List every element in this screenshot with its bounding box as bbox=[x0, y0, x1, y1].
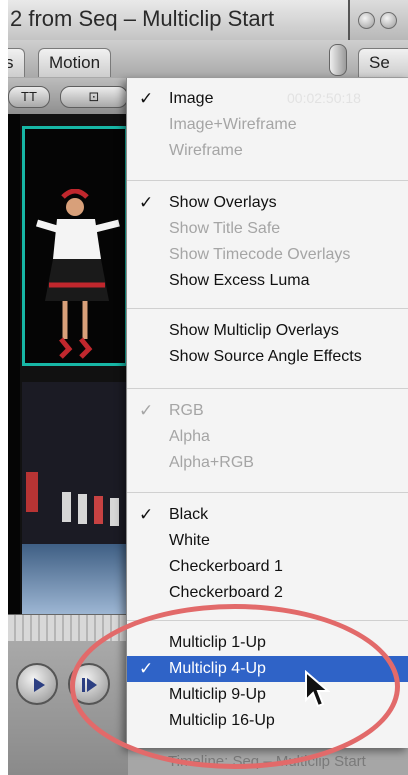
menu-item-image-wireframe: Image+Wireframe bbox=[127, 112, 408, 138]
menu-item-show-multiclip-overlays[interactable]: Show Multiclip Overlays bbox=[127, 318, 408, 344]
menu-item-label: Multiclip 1-Up bbox=[169, 634, 266, 651]
menu-item-label: Image+Wireframe bbox=[169, 116, 297, 133]
menu-item-rgb: ✓ RGB bbox=[127, 398, 408, 424]
menu-item-label: Black bbox=[169, 506, 209, 523]
tab-motion[interactable]: Motion bbox=[38, 48, 112, 77]
arrow-cursor-icon bbox=[305, 670, 330, 708]
menu-item-label: Checkerboard 1 bbox=[169, 558, 283, 575]
menu-separator bbox=[127, 492, 408, 493]
menu-item-label: Show Excess Luma bbox=[169, 272, 310, 289]
view-options-menu: 00:02:50:18 ✓ Image Image+Wireframe Wirefra… bbox=[126, 78, 408, 748]
menu-item-multiclip-16-up[interactable]: Multiclip 16-Up bbox=[127, 708, 408, 734]
angle-frame-2[interactable] bbox=[22, 382, 128, 614]
checkmark-icon: ✓ bbox=[139, 89, 154, 108]
menu-item-label: Multiclip 9-Up bbox=[169, 686, 266, 703]
menu-item-label: Show Title Safe bbox=[169, 220, 281, 237]
menu-item-alpha: Alpha bbox=[127, 424, 408, 450]
menu-item-label: RGB bbox=[169, 402, 204, 419]
viewer-title-bar: 2 from Seq – Multiclip Start bbox=[8, 0, 348, 41]
scrubber-bar[interactable] bbox=[8, 614, 128, 642]
tab-bar: s Motion Se bbox=[8, 40, 408, 79]
overlay-popup-button[interactable]: ⊡ bbox=[60, 86, 128, 108]
menu-separator bbox=[127, 620, 408, 621]
menu-item-label: Alpha+RGB bbox=[169, 454, 254, 471]
menu-item-show-source-angle-effects[interactable]: Show Source Angle Effects bbox=[127, 344, 408, 370]
menu-item-label: Show Source Angle Effects bbox=[169, 348, 362, 365]
menu-item-label: Show Timecode Overlays bbox=[169, 246, 351, 263]
menu-item-show-overlays[interactable]: ✓ Show Overlays bbox=[127, 190, 408, 216]
menu-item-wireframe: Wireframe bbox=[127, 138, 408, 164]
view-mode-popup[interactable]: TT bbox=[8, 86, 50, 108]
menu-item-label: Multiclip 16-Up bbox=[169, 712, 275, 729]
menu-separator bbox=[127, 388, 408, 389]
play-in-out-icon bbox=[82, 678, 97, 692]
menu-item-label: Image bbox=[169, 90, 214, 107]
viewer-controls: TT ⊡ bbox=[8, 78, 128, 114]
canvas-title-bar bbox=[348, 0, 408, 40]
timeline-title-bar: Timeline: Seq – Multiclip Start bbox=[128, 748, 408, 775]
close-window-button[interactable] bbox=[358, 12, 375, 29]
menu-item-multiclip-9-up[interactable]: Multiclip 9-Up bbox=[127, 682, 408, 708]
pane-splitter-handle[interactable] bbox=[329, 44, 347, 76]
menu-item-show-excess-luma[interactable]: Show Excess Luma bbox=[127, 268, 408, 294]
checkmark-icon: ✓ bbox=[139, 505, 154, 524]
menu-item-show-title-safe: Show Title Safe bbox=[127, 216, 408, 242]
checkmark-icon: ✓ bbox=[139, 401, 154, 420]
viewer-left-edge bbox=[8, 114, 20, 614]
minimize-window-button[interactable] bbox=[380, 12, 397, 29]
menu-item-black[interactable]: ✓ Black bbox=[127, 502, 408, 528]
tab-sequence[interactable]: Se bbox=[358, 48, 408, 77]
app-window: 2 from Seq – Multiclip Start s Motion Se… bbox=[8, 0, 408, 775]
transport-controls bbox=[8, 641, 128, 775]
menu-item-label: Alpha bbox=[169, 428, 210, 445]
multiclip-viewer[interactable] bbox=[8, 114, 128, 614]
window-title: 2 from Seq – Multiclip Start bbox=[10, 6, 275, 31]
checkmark-icon: ✓ bbox=[139, 659, 154, 678]
dancers-image bbox=[26, 472, 119, 526]
menu-item-label: Checkerboard 2 bbox=[169, 584, 283, 601]
menu-item-checkerboard-1[interactable]: Checkerboard 1 bbox=[127, 554, 408, 580]
menu-item-label: Show Overlays bbox=[169, 194, 277, 211]
menu-separator bbox=[127, 308, 408, 309]
menu-item-alpha-rgb: Alpha+RGB bbox=[127, 450, 408, 476]
menu-item-label: Wireframe bbox=[169, 142, 243, 159]
menu-item-multiclip-1-up[interactable]: Multiclip 1-Up bbox=[127, 630, 408, 656]
active-angle-frame[interactable] bbox=[22, 126, 128, 366]
play-icon bbox=[34, 678, 45, 692]
checkmark-icon: ✓ bbox=[139, 193, 154, 212]
play-in-out-button[interactable] bbox=[68, 663, 110, 705]
dancer-image bbox=[35, 189, 120, 359]
menu-separator bbox=[127, 180, 408, 181]
menu-item-label: Multiclip 4-Up bbox=[169, 660, 266, 677]
tab-partial-left[interactable]: s bbox=[8, 48, 25, 77]
menu-item-show-timecode-overlays: Show Timecode Overlays bbox=[127, 242, 408, 268]
menu-item-label: Show Multiclip Overlays bbox=[169, 322, 339, 339]
menu-item-white[interactable]: White bbox=[127, 528, 408, 554]
menu-item-label: White bbox=[169, 532, 210, 549]
menu-item-image[interactable]: ✓ Image bbox=[127, 86, 408, 112]
menu-item-multiclip-4-up[interactable]: ✓ Multiclip 4-Up bbox=[127, 656, 408, 682]
menu-item-checkerboard-2[interactable]: Checkerboard 2 bbox=[127, 580, 408, 606]
play-button[interactable] bbox=[16, 663, 58, 705]
